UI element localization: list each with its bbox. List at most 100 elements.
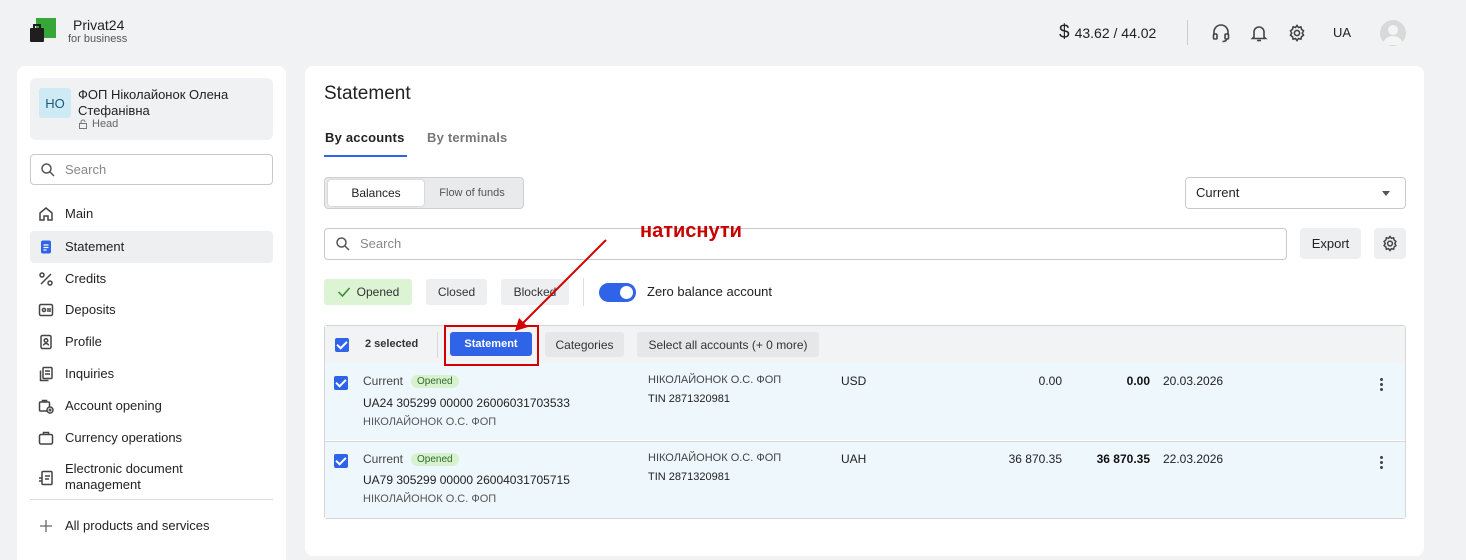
chevron-down-icon (1382, 191, 1390, 196)
annotation-highlight-box (444, 325, 539, 366)
sidebar-item-label: Credits (65, 271, 107, 286)
table-row[interactable]: Current Opened UA24 305299 00000 2600603… (325, 363, 1405, 440)
selection-divider (437, 332, 438, 358)
account-type: Current Opened (363, 374, 459, 388)
account-tin: TIN 2871320981 (648, 471, 730, 483)
annotation-label: натиснути (640, 220, 742, 242)
account-holder: НІКОЛАЙОНОК О.С. ФОП (648, 374, 782, 386)
account-holder: НІКОЛАЙОНОК О.С. ФОП (648, 452, 782, 464)
account-tin: TIN 2871320981 (648, 393, 730, 405)
language-switch[interactable]: UA (1333, 25, 1351, 40)
row-checkbox[interactable] (334, 454, 348, 468)
sidebar-divider (30, 499, 273, 500)
lock-icon (79, 119, 87, 129)
statement-icon (37, 238, 55, 256)
zero-balance-label: Zero balance account (647, 284, 773, 299)
active-tab-indicator (324, 155, 407, 157)
percent-icon (37, 270, 55, 288)
sidebar-item-label: All products and services (65, 518, 210, 533)
gear-icon (1383, 235, 1397, 252)
filter-divider (583, 278, 584, 306)
more-vertical-icon[interactable] (1380, 456, 1384, 471)
categories-button[interactable]: Categories (545, 332, 624, 357)
accounts-search-input[interactable] (324, 228, 1287, 260)
brand-name: Privat24 (73, 17, 125, 33)
sidebar-item-account-opening[interactable]: Account opening (30, 390, 273, 422)
sidebar-item-main[interactable]: Main (30, 198, 273, 230)
segment-flow-of-funds[interactable]: Flow of funds (428, 178, 516, 208)
row-checkbox[interactable] (334, 376, 348, 390)
account-balance: 36 870.35 (1008, 452, 1062, 466)
account-balance-total: 0.00 (1126, 374, 1150, 388)
sidebar-item-profile[interactable]: Profile (30, 326, 273, 358)
brand-subtitle: for business (68, 33, 128, 45)
table-row[interactable]: Current Opened UA79 305299 00000 2600403… (325, 441, 1405, 518)
account-type-label: Current (363, 374, 404, 388)
home-icon (37, 205, 55, 223)
plus-icon (37, 517, 55, 535)
account-owner: НІКОЛАЙОНОК О.С. ФОП (363, 493, 497, 505)
check-icon (337, 287, 350, 298)
sidebar-item-all-products[interactable]: All products and services (30, 510, 273, 542)
account-iban: UA79 305299 00000 26004031705715 (363, 473, 570, 487)
account-type-select-value: Current (1196, 185, 1240, 200)
account-owner: НІКОЛАЙОНОК О.С. ФОП (363, 416, 497, 428)
profile-card-icon (37, 333, 55, 351)
account-balance-total: 36 870.35 (1096, 452, 1150, 466)
filter-blocked[interactable]: Blocked (501, 279, 569, 305)
search-icon (40, 162, 56, 183)
document-sign-icon (37, 469, 55, 487)
filter-closed[interactable]: Closed (426, 279, 487, 305)
status-badge: Opened (411, 374, 459, 388)
sidebar-item-label: Account opening (65, 398, 162, 413)
sidebar-item-label: Electronic document management (65, 461, 183, 492)
exchange-rate: $ 43.62 / 44.02 (1059, 23, 1156, 42)
more-vertical-icon[interactable] (1380, 378, 1384, 393)
exchange-rate-value: 43.62 / 44.02 (1074, 24, 1157, 41)
filter-opened[interactable]: Opened (324, 279, 412, 305)
search-icon (335, 236, 351, 257)
select-all-checkbox[interactable] (335, 338, 349, 352)
privat24-logo[interactable] (30, 18, 56, 44)
account-iban: UA24 305299 00000 26006031703533 (363, 396, 570, 410)
account-currency: USD (841, 374, 867, 388)
export-button[interactable]: Export (1300, 228, 1361, 259)
selected-count: 2 selected (365, 338, 419, 350)
bell-icon[interactable] (1249, 23, 1269, 43)
sidebar-item-label: Deposits (65, 302, 116, 317)
sidebar-item-edm[interactable]: Electronic document management (30, 461, 273, 495)
select-all-accounts-button[interactable]: Select all accounts (+ 0 more) (637, 332, 819, 357)
sidebar-item-deposits[interactable]: Deposits (30, 294, 273, 326)
sidebar-item-inquiries[interactable]: Inquiries (30, 358, 273, 390)
company-role: Head (78, 118, 118, 130)
sidebar-item-label: Inquiries (65, 366, 115, 381)
sidebar-item-label: Profile (65, 334, 102, 349)
safe-icon (37, 301, 55, 319)
sidebar-item-label: Main (65, 206, 94, 221)
company-avatar: НО (39, 88, 71, 118)
account-date: 20.03.2026 (1163, 374, 1224, 388)
segment-balances[interactable]: Balances (328, 180, 424, 206)
headset-icon[interactable] (1211, 23, 1231, 43)
sidebar-item-credits[interactable]: Credits (30, 263, 273, 295)
account-date: 22.03.2026 (1163, 452, 1224, 466)
sidebar-item-currency-operations[interactable]: Currency operations (30, 422, 273, 454)
tab-by-terminals[interactable]: By terminals (427, 130, 507, 145)
documents-icon (37, 365, 55, 383)
gear-icon[interactable] (1287, 23, 1307, 43)
sidebar-item-label: Statement (65, 239, 125, 254)
account-balance: 0.00 (1038, 374, 1062, 388)
sidebar-item-label: Currency operations (65, 430, 183, 445)
user-avatar[interactable] (1380, 20, 1406, 46)
sidebar-item-statement[interactable]: Statement (30, 231, 273, 263)
accounts-search-placeholder: Search (360, 236, 402, 251)
zero-balance-toggle[interactable] (599, 283, 636, 302)
dollar-icon: $ (1059, 22, 1070, 43)
account-type-label: Current (363, 452, 404, 466)
briefcase-plus-icon (37, 397, 55, 415)
company-role-label: Head (92, 118, 119, 130)
header-divider (1187, 20, 1188, 45)
tab-by-accounts[interactable]: By accounts (325, 130, 405, 145)
table-settings-button[interactable] (1374, 228, 1406, 259)
briefcase-icon (37, 429, 55, 447)
